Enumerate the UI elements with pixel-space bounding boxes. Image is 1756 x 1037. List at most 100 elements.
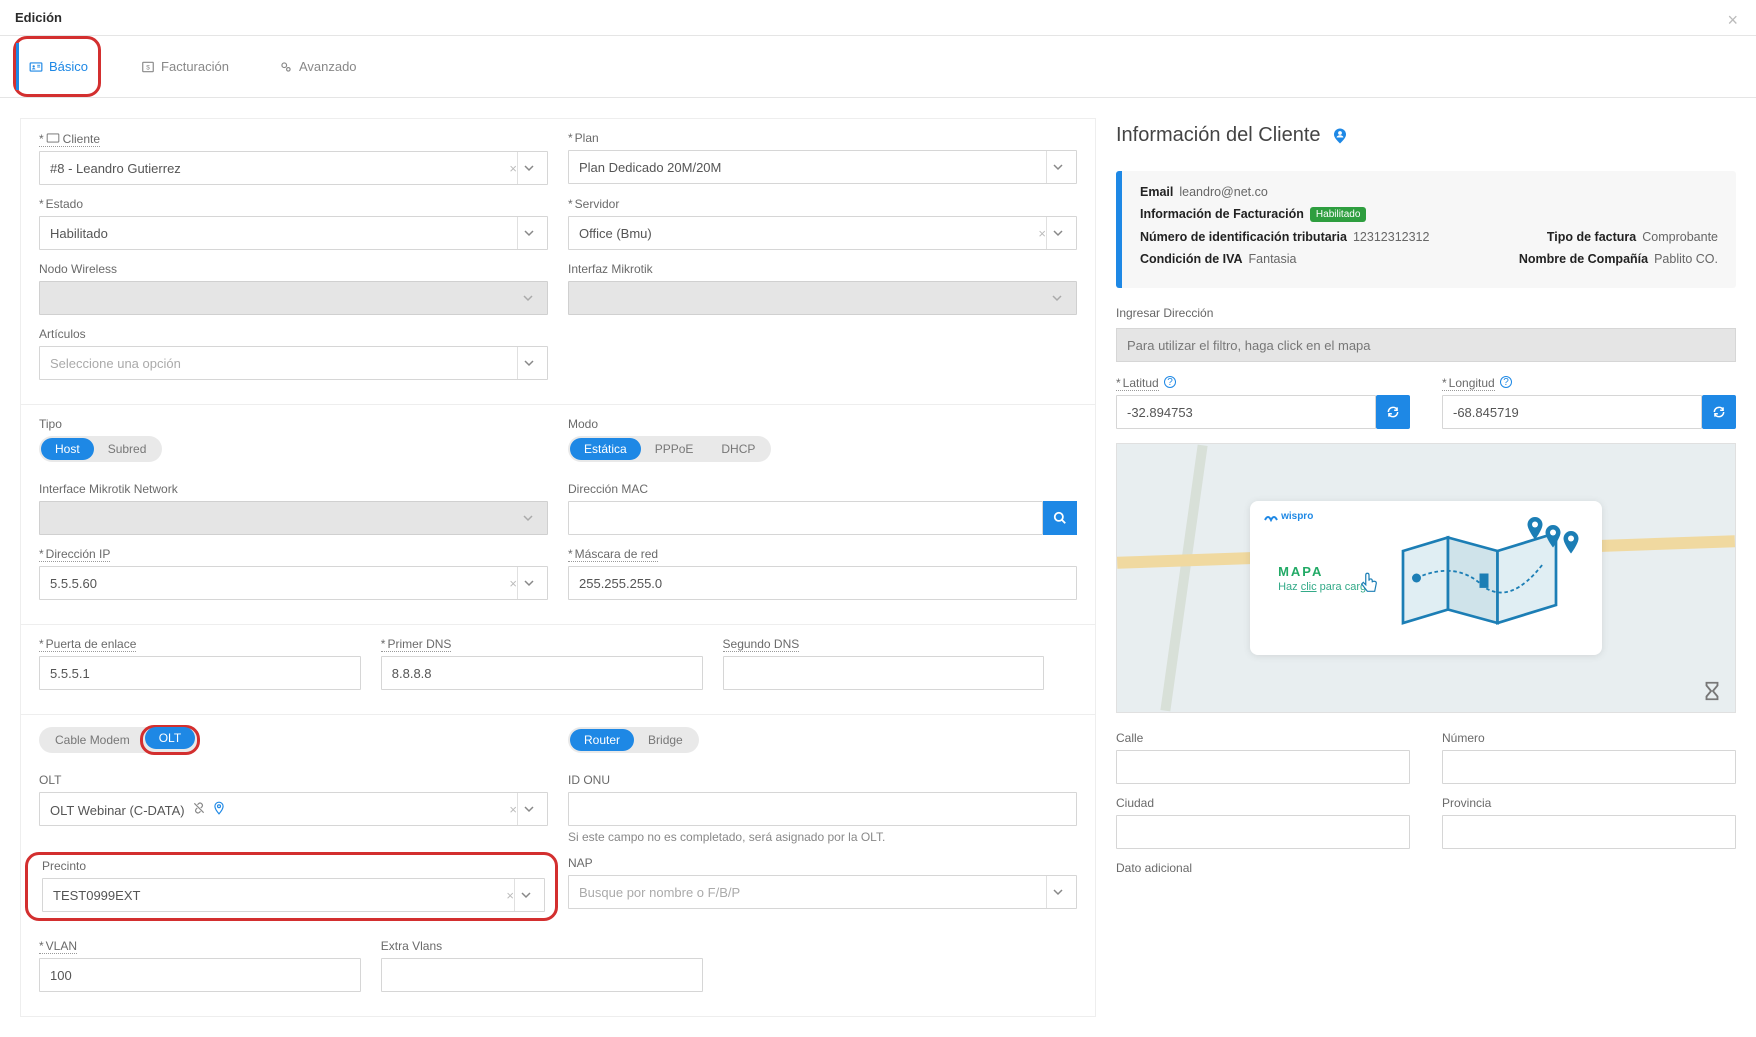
clear-icon[interactable]: × bbox=[509, 576, 517, 591]
svg-text:$: $ bbox=[146, 64, 150, 71]
tab-avanzado-label: Avanzado bbox=[299, 59, 357, 74]
tab-avanzado[interactable]: Avanzado bbox=[269, 36, 367, 97]
cliente-label: Cliente bbox=[39, 131, 548, 146]
numero-input[interactable] bbox=[1442, 750, 1736, 784]
pill-estatica[interactable]: Estática bbox=[570, 438, 641, 460]
plan-select[interactable]: Plan Dedicado 20M/20M bbox=[568, 150, 1077, 184]
clear-icon[interactable]: × bbox=[509, 161, 517, 176]
longitud-input[interactable]: -68.845719 bbox=[1442, 395, 1702, 429]
ip-value: 5.5.5.60 bbox=[50, 576, 97, 591]
servidor-value: Office (Bmu) bbox=[579, 226, 652, 241]
chevron-down-icon[interactable] bbox=[517, 567, 539, 599]
clear-icon[interactable]: × bbox=[509, 802, 517, 817]
close-icon[interactable]: × bbox=[1727, 10, 1738, 31]
annotation-ring-tab: Básico bbox=[13, 36, 101, 97]
unlink-icon bbox=[192, 801, 206, 815]
tab-basico-label: Básico bbox=[49, 59, 88, 74]
dato-adicional-label: Dato adicional bbox=[1116, 861, 1736, 875]
olt-value: OLT Webinar (C-DATA) bbox=[50, 803, 185, 818]
id-onu-hint: Si este campo no es completado, será asi… bbox=[568, 830, 1077, 844]
latitud-refresh-button[interactable] bbox=[1376, 395, 1410, 429]
ciudad-label: Ciudad bbox=[1116, 796, 1410, 810]
pill-pppoe[interactable]: PPPoE bbox=[641, 438, 708, 460]
estado-value: Habilitado bbox=[50, 226, 108, 241]
chevron-down-icon[interactable] bbox=[1046, 217, 1068, 249]
pill-bridge[interactable]: Bridge bbox=[634, 729, 697, 751]
pill-cablemodem[interactable]: Cable Modem bbox=[41, 729, 144, 751]
help-icon[interactable]: ? bbox=[1164, 376, 1176, 388]
chevron-down-icon[interactable] bbox=[517, 347, 539, 379]
ciudad-input[interactable] bbox=[1116, 815, 1410, 849]
map-pin-icon bbox=[1562, 531, 1580, 555]
servidor-select[interactable]: Office (Bmu) × bbox=[568, 216, 1077, 250]
dns2-label: Segundo DNS bbox=[723, 637, 1045, 651]
address-filter-input[interactable]: Para utilizar el filtro, haga click en e… bbox=[1116, 328, 1736, 362]
plan-value: Plan Dedicado 20M/20M bbox=[579, 160, 721, 175]
id-onu-input[interactable] bbox=[568, 792, 1077, 826]
calle-input[interactable] bbox=[1116, 750, 1410, 784]
interface-mk-net-select bbox=[39, 501, 548, 535]
iva-v: Fantasia bbox=[1249, 252, 1297, 266]
pill-dhcp[interactable]: DHCP bbox=[707, 438, 769, 460]
chevron-down-icon bbox=[517, 282, 539, 314]
longitud-refresh-button[interactable] bbox=[1702, 395, 1736, 429]
modo-toggle: Estática PPPoE DHCP bbox=[568, 436, 771, 462]
tab-facturacion-label: Facturación bbox=[161, 59, 229, 74]
invoice-type-v: Comprobante bbox=[1642, 230, 1718, 244]
pill-olt[interactable]: OLT bbox=[145, 727, 195, 749]
latitud-label: Latitud ? bbox=[1116, 376, 1410, 390]
vlan-label: VLAN bbox=[39, 939, 361, 953]
vlan-value: 100 bbox=[50, 968, 72, 983]
map-pin-icon bbox=[1526, 517, 1544, 541]
provincia-input[interactable] bbox=[1442, 815, 1736, 849]
map-placeholder[interactable]: wispro MAPA Haz clic para cargar bbox=[1116, 443, 1736, 713]
precinto-select[interactable]: TEST0999EXT × bbox=[42, 878, 545, 912]
clear-icon[interactable]: × bbox=[506, 888, 514, 903]
plan-label: Plan bbox=[568, 131, 1077, 145]
gears-icon bbox=[279, 60, 293, 74]
chevron-down-icon[interactable] bbox=[514, 879, 536, 911]
dns2-input[interactable] bbox=[723, 656, 1045, 690]
ip-select[interactable]: 5.5.5.60 × bbox=[39, 566, 548, 600]
mac-search-button[interactable] bbox=[1043, 501, 1077, 535]
vlan-input[interactable]: 100 bbox=[39, 958, 361, 992]
estado-select[interactable]: Habilitado bbox=[39, 216, 548, 250]
dollar-box-icon: $ bbox=[141, 60, 155, 74]
help-icon[interactable]: ? bbox=[1500, 376, 1512, 388]
latitud-input[interactable]: -32.894753 bbox=[1116, 395, 1376, 429]
chevron-down-icon[interactable] bbox=[517, 217, 539, 249]
puerta-input[interactable]: 5.5.5.1 bbox=[39, 656, 361, 690]
chevron-down-icon bbox=[517, 502, 539, 534]
cliente-select[interactable]: #8 - Leandro Gutierrez × bbox=[39, 151, 548, 185]
pill-router[interactable]: Router bbox=[570, 729, 634, 751]
nap-select[interactable]: Busque por nombre o F/B/P bbox=[568, 875, 1077, 909]
id-onu-label: ID ONU bbox=[568, 773, 1077, 787]
client-info-title: Información del Cliente bbox=[1116, 118, 1736, 153]
pill-host[interactable]: Host bbox=[41, 438, 94, 460]
chevron-down-icon[interactable] bbox=[517, 793, 539, 825]
chevron-down-icon[interactable] bbox=[1046, 151, 1068, 183]
articulos-placeholder: Seleccione una opción bbox=[50, 356, 181, 371]
client-info-card: Email leandro@net.co Información de Fact… bbox=[1116, 171, 1736, 288]
nodo-label: Nodo Wireless bbox=[39, 262, 548, 276]
articulos-select[interactable]: Seleccione una opción bbox=[39, 346, 548, 380]
company-k: Nombre de Compañía bbox=[1519, 252, 1648, 266]
mascara-input[interactable]: 255.255.255.0 bbox=[568, 566, 1077, 600]
mac-input[interactable] bbox=[568, 501, 1043, 535]
longitud-value: -68.845719 bbox=[1453, 405, 1519, 420]
olt-select[interactable]: OLT Webinar (C-DATA) × bbox=[39, 792, 548, 826]
pill-subred[interactable]: Subred bbox=[94, 438, 161, 460]
dns1-input[interactable]: 8.8.8.8 bbox=[381, 656, 703, 690]
chevron-down-icon[interactable] bbox=[1046, 876, 1068, 908]
extra-vlans-input[interactable] bbox=[381, 958, 703, 992]
clear-icon[interactable]: × bbox=[1038, 226, 1046, 241]
olt-label: OLT bbox=[39, 773, 548, 787]
tab-facturacion[interactable]: $ Facturación bbox=[131, 36, 239, 97]
servidor-label: Servidor bbox=[568, 197, 1077, 211]
modal-header: Edición × bbox=[0, 0, 1756, 35]
chevron-down-icon[interactable] bbox=[517, 152, 539, 184]
puerta-label: Puerta de enlace bbox=[39, 637, 361, 651]
tab-basico[interactable]: Básico bbox=[16, 43, 98, 90]
mascara-label: Máscara de red bbox=[568, 547, 1077, 561]
id-card-icon bbox=[29, 60, 43, 74]
